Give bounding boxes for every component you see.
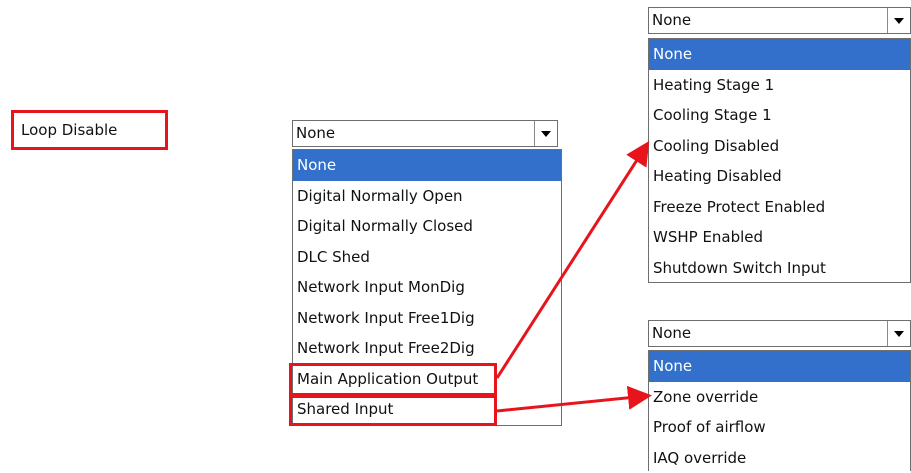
arrow-shared-input-to-shared-list: [497, 396, 646, 411]
arrow-main-output-to-output-list: [497, 146, 646, 378]
connector-arrows: [0, 0, 911, 471]
